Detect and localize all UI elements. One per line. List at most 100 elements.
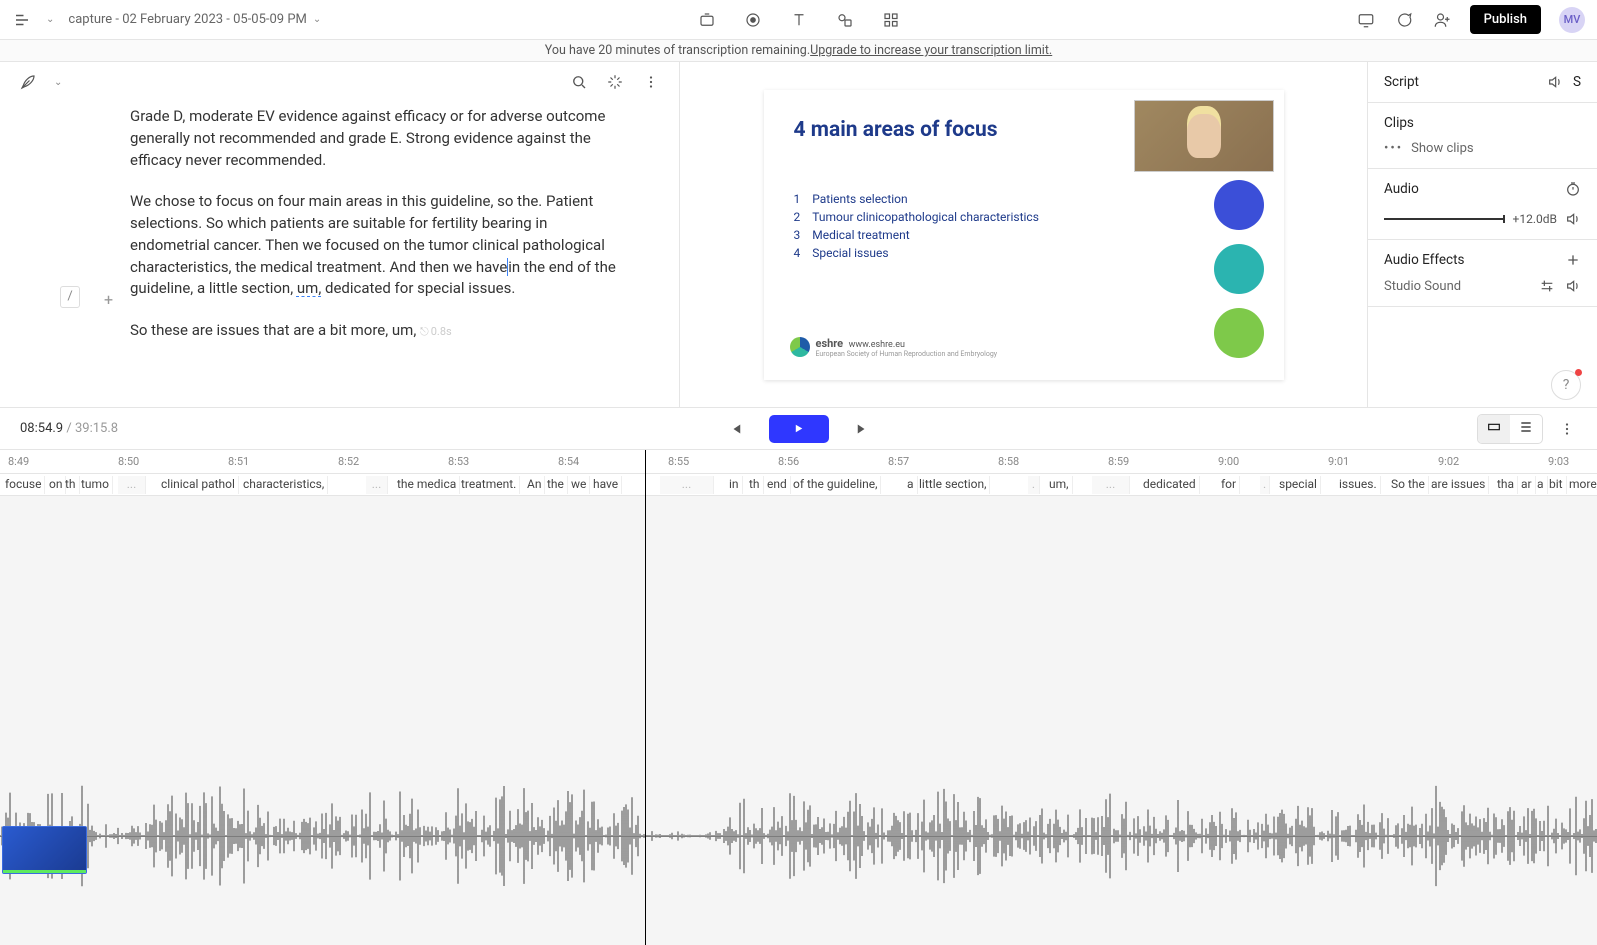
- word-segment[interactable]: of the guideline,: [790, 476, 881, 494]
- word-segment[interactable]: tumo: [78, 476, 113, 494]
- ruler-tick: 9:00: [1218, 455, 1239, 468]
- ruler-tick: 8:54: [558, 455, 579, 468]
- word-segment[interactable]: characteristics,: [240, 476, 328, 494]
- add-user-icon[interactable]: [1432, 10, 1452, 30]
- word-segment[interactable]: end: [764, 476, 791, 494]
- video-preview[interactable]: 4 main areas of focus 1Patients selectio…: [680, 62, 1367, 407]
- sparkle-icon[interactable]: [605, 72, 625, 92]
- word-segment[interactable]: more,: [1566, 476, 1597, 494]
- word-segment[interactable]: dedicated: [1140, 476, 1200, 494]
- view-compact-icon[interactable]: [1478, 415, 1510, 443]
- publish-button[interactable]: Publish: [1470, 5, 1541, 34]
- volume-slider[interactable]: [1384, 218, 1505, 220]
- upgrade-link[interactable]: Upgrade to increase your transcription l…: [810, 43, 1052, 58]
- slide-frame: 4 main areas of focus 1Patients selectio…: [764, 90, 1284, 380]
- timer-icon[interactable]: [1565, 181, 1581, 197]
- transcript-paragraph[interactable]: So these are issues that are a bit more,…: [130, 320, 629, 342]
- sidebar-audio-label: Audio: [1384, 181, 1419, 197]
- timeline-ruler[interactable]: 8:498:508:518:528:538:548:558:568:578:58…: [0, 450, 1597, 474]
- clip-thumbnail[interactable]: [2, 826, 87, 874]
- text-icon[interactable]: [789, 10, 809, 30]
- word-segment[interactable]: tha: [1494, 476, 1518, 494]
- slide-decoration: [1214, 180, 1264, 358]
- volume-value: +12.0dB: [1513, 212, 1557, 226]
- word-track[interactable]: focuseonthtumo...clinical patholcharacte…: [0, 474, 1597, 496]
- speaker-icon[interactable]: [1547, 74, 1563, 90]
- comment-icon[interactable]: [1394, 10, 1414, 30]
- speaker-icon[interactable]: [1565, 278, 1581, 294]
- help-button[interactable]: ?: [1551, 370, 1581, 400]
- word-segment[interactable]: the: [544, 476, 568, 494]
- feather-icon[interactable]: [18, 72, 38, 92]
- word-segment[interactable]: special: [1276, 476, 1321, 494]
- word-gap[interactable]: ...: [366, 476, 388, 494]
- transcript-paragraph[interactable]: We chose to focus on four main areas in …: [130, 191, 629, 300]
- view-toggle[interactable]: [1477, 414, 1543, 444]
- sliders-icon[interactable]: [1539, 278, 1555, 294]
- screen-record-icon[interactable]: [697, 10, 717, 30]
- word-segment[interactable]: have: [590, 476, 622, 494]
- word-segment[interactable]: th: [62, 476, 80, 494]
- slide-list: 1Patients selection 2Tumour clinicopatho…: [794, 192, 1254, 260]
- more-icon[interactable]: [1557, 419, 1577, 439]
- record-icon[interactable]: [743, 10, 763, 30]
- display-icon[interactable]: [1356, 10, 1376, 30]
- search-icon[interactable]: [569, 72, 589, 92]
- shapes-icon[interactable]: [835, 10, 855, 30]
- word-segment[interactable]: for: [1218, 476, 1240, 494]
- more-icon[interactable]: [641, 72, 661, 92]
- word-segment[interactable]: So the: [1388, 476, 1429, 494]
- word-gap[interactable]: ...: [118, 476, 146, 494]
- word-segment[interactable]: An: [524, 476, 545, 494]
- ruler-tick: 8:52: [338, 455, 359, 468]
- word-segment[interactable]: th: [746, 476, 764, 494]
- word-segment[interactable]: in: [726, 476, 743, 494]
- word-segment[interactable]: ar: [1518, 476, 1536, 494]
- transcript-paragraph[interactable]: Grade D, moderate EV evidence against ef…: [130, 106, 629, 171]
- word-segment[interactable]: clinical pathol: [158, 476, 239, 494]
- chevron-down-icon[interactable]: ⌄: [54, 77, 62, 88]
- word-segment[interactable]: bit: [1546, 476, 1567, 494]
- script-shortcut-key: S: [1573, 74, 1581, 90]
- more-icon[interactable]: •••: [1384, 141, 1403, 156]
- word-gap[interactable]: ...: [660, 476, 714, 494]
- avatar[interactable]: MV: [1559, 7, 1585, 33]
- speaker-thumbnail: [1134, 100, 1274, 172]
- word-segment[interactable]: um,: [1046, 476, 1073, 494]
- transcript-body[interactable]: / + Grade D, moderate EV evidence agains…: [0, 102, 679, 407]
- ruler-tick: 9:03: [1548, 455, 1569, 468]
- word-segment[interactable]: we: [568, 476, 590, 494]
- ruler-tick: 8:51: [228, 455, 249, 468]
- prev-button[interactable]: [725, 419, 745, 439]
- word-segment[interactable]: the medica: [394, 476, 460, 494]
- word-segment[interactable]: are issues: [1428, 476, 1489, 494]
- add-block-button[interactable]: +: [104, 288, 113, 311]
- play-button[interactable]: [769, 415, 829, 443]
- speaker-icon[interactable]: [1565, 211, 1581, 227]
- sidebar-script-label: Script: [1384, 74, 1419, 90]
- word-segment[interactable]: focuse: [2, 476, 45, 494]
- word-gap[interactable]: .: [1260, 476, 1270, 494]
- sidebar-effects-label: Audio Effects: [1384, 252, 1465, 268]
- word-segment[interactable]: issues.: [1336, 476, 1381, 494]
- chevron-down-icon[interactable]: ⌄: [46, 14, 54, 25]
- word-segment[interactable]: treatment.: [458, 476, 520, 494]
- playhead[interactable]: [645, 450, 646, 945]
- word-gap[interactable]: ...: [1092, 476, 1130, 494]
- slash-command-hint[interactable]: /: [60, 286, 80, 308]
- gap-indicator: ⎋0.8s: [420, 324, 452, 340]
- studio-sound-label: Studio Sound: [1384, 279, 1461, 294]
- menu-icon[interactable]: [12, 10, 32, 30]
- word-gap[interactable]: .: [1028, 476, 1040, 494]
- project-title[interactable]: capture - 02 February 2023 - 05-05-09 PM…: [68, 12, 321, 27]
- timeline[interactable]: 8:498:508:518:528:538:548:558:568:578:58…: [0, 449, 1597, 945]
- ruler-tick: 9:02: [1438, 455, 1459, 468]
- show-clips-button[interactable]: Show clips: [1411, 141, 1473, 156]
- apps-icon[interactable]: [881, 10, 901, 30]
- add-effect-icon[interactable]: [1565, 252, 1581, 268]
- view-expanded-icon[interactable]: [1510, 415, 1542, 443]
- word-segment[interactable]: little section,: [916, 476, 990, 494]
- waveform[interactable]: [0, 776, 1597, 896]
- next-button[interactable]: [853, 419, 873, 439]
- time-display: 08:54.9 / 39:15.8: [20, 421, 118, 436]
